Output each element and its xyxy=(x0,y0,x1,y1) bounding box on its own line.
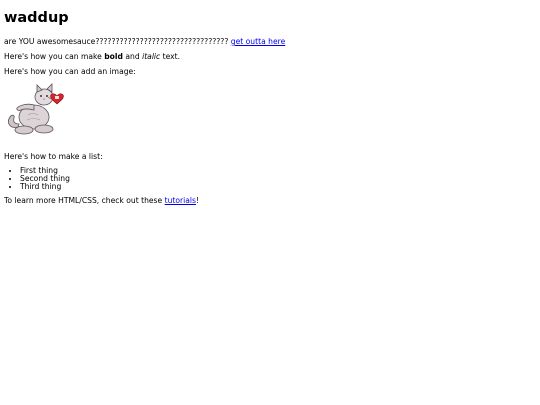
list-label: Here's how to make a list: xyxy=(4,152,103,161)
formatting-text-middle: and xyxy=(122,52,143,61)
cat-image xyxy=(4,83,66,139)
list-item: First thing xyxy=(20,167,536,175)
tutorials-link[interactable]: tutorials xyxy=(165,196,196,205)
formatting-paragraph: Here's how you can make bold and italic … xyxy=(4,52,536,62)
bold-text: bold xyxy=(104,52,123,61)
page-content: waddup are YOU awesomesauce?????????????… xyxy=(0,0,540,206)
learn-more-text: To learn more HTML/CSS, check out these xyxy=(4,196,165,205)
italic-text: italic xyxy=(142,52,161,61)
formatting-text-before: Here's how you can make xyxy=(4,52,105,61)
learn-more-paragraph: To learn more HTML/CSS, check out these … xyxy=(4,196,536,206)
list-item: Third thing xyxy=(20,183,536,191)
get-outta-here-link[interactable]: get outta here xyxy=(231,37,285,46)
page-heading: waddup xyxy=(4,10,69,26)
learn-more-punctuation: ! xyxy=(195,196,200,205)
bullet-list: First thing Second thing Third thing xyxy=(4,167,536,191)
image-label: Here's how you can add an image: xyxy=(4,67,136,76)
intro-text: are YOU awesomesauce????????????????????… xyxy=(4,37,231,46)
intro-paragraph: are YOU awesomesauce????????????????????… xyxy=(4,37,536,47)
list-item: Second thing xyxy=(20,175,536,183)
formatting-text-after: text. xyxy=(160,52,181,61)
